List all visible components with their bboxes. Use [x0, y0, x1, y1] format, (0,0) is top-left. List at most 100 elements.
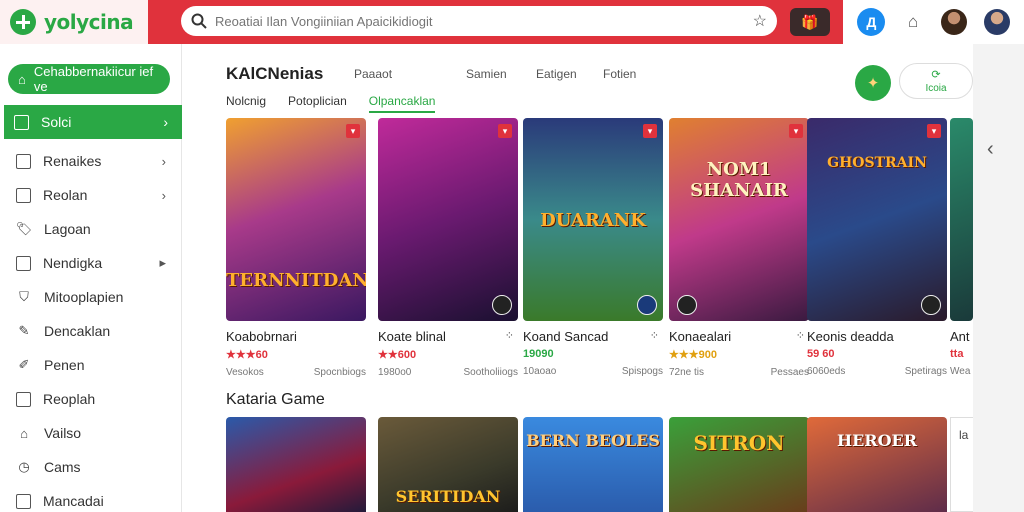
subtab-active[interactable]: Olpancaklan [368, 94, 436, 113]
sidebar-item[interactable]: Reoplah [0, 382, 182, 416]
chevron-right-icon: › [163, 114, 168, 130]
row2-peek[interactable]: la [950, 417, 973, 512]
account-button[interactable]: Д [857, 8, 886, 36]
store-icon[interactable]: ⌂ [902, 11, 924, 33]
game-art-title: NOM1 SHANAIR [690, 159, 788, 201]
sidebar-list: Renaikes › Reolan › 🏷 Lagoan Nendigka ▸ … [0, 144, 182, 512]
pill-label: Icoia [925, 83, 947, 94]
emblem-icon: ✦ [866, 75, 880, 92]
game-price: tta [950, 348, 964, 360]
game-art-title: SITRON [693, 431, 785, 455]
category-link[interactable]: Fotien [603, 67, 636, 81]
sidebar-item[interactable]: ⛉ Mitooplapien [0, 280, 182, 314]
game-meta-right: Spetirags [904, 366, 947, 377]
sidebar-item[interactable]: ◷ Cams [0, 450, 182, 484]
clock-icon: ◷ [18, 459, 30, 474]
badge-icon: ▾ [927, 124, 941, 138]
gift-button[interactable]: 🎁 [790, 8, 830, 36]
sidebar-item[interactable]: ✎ Dencaklan [0, 314, 182, 348]
section-title: Kataria Game [226, 391, 325, 408]
game-thumbnail[interactable]: ▾ GHOSTRAIN [807, 118, 947, 321]
sidebar-item[interactable]: ✐ Penen [0, 348, 182, 382]
chevron-left-icon[interactable]: ‹ [987, 138, 994, 161]
game-card[interactable]: ▾ DUARANK Koand Sancad ⁘ 19090 10aoao Spis… [523, 118, 663, 377]
game-meta-left: Vesokos [226, 367, 264, 378]
avatar[interactable] [940, 9, 967, 35]
box-icon [16, 255, 31, 271]
right-rail: ‹ [973, 44, 1024, 512]
game-price: ★★600 [378, 349, 417, 361]
sidebar-item-label: Cams [44, 459, 81, 475]
category-link[interactable]: Paaaot [354, 67, 392, 81]
sidebar-item-active[interactable]: Solci › [4, 105, 182, 139]
sidebar-item-label: Vailso [44, 425, 82, 441]
sidebar-item[interactable]: 🏷 Lagoan [0, 212, 182, 246]
more-options-icon[interactable]: ⁘ [650, 329, 659, 344]
sidebar-item-label: Solci [41, 114, 72, 130]
game-card-peek[interactable]: Ant tta Wea [950, 118, 973, 377]
game-price: 19090 [523, 348, 554, 360]
search-bar[interactable]: ☆ [181, 6, 777, 36]
game-thumbnail[interactable]: BERN BEOLES [523, 417, 663, 512]
sidebar-top-button[interactable]: ⌂ Cehabbernakiicur ief ve [8, 64, 170, 94]
category-link[interactable]: Eatigen [536, 67, 577, 81]
game-thumbnail[interactable] [950, 118, 973, 321]
avatar-secondary[interactable] [983, 9, 1010, 35]
badge-icon: ▾ [498, 124, 512, 138]
game-name: Koate blinal [378, 329, 446, 344]
badge-icon: ▾ [643, 124, 657, 138]
page-title: KAlCNenias [226, 64, 324, 83]
subtab[interactable]: Potoplician [288, 94, 347, 113]
game-meta-left: 6060eds [807, 366, 846, 377]
sidebar-item[interactable]: Renaikes › [0, 144, 182, 178]
header-actions: Д ⌂ [843, 0, 1024, 44]
game-thumbnail[interactable]: ▾ NOM1 SHANAIR [669, 118, 809, 321]
category-round-button[interactable]: ✦ [855, 65, 891, 101]
home-icon: ⌂ [18, 71, 26, 87]
game-art-title: TERNNITDAN [226, 270, 366, 291]
sidebar-item[interactable]: Reolan › [0, 178, 182, 212]
platform-icon [492, 295, 512, 315]
game-thumbnail[interactable]: ▾ TERNNITDAN [226, 118, 366, 321]
more-options-icon[interactable]: ⁘ [796, 329, 805, 344]
sidebar-item[interactable]: Mancadai [0, 484, 182, 512]
sidebar-item[interactable]: ⌂ Vailso [0, 416, 182, 450]
tag-icon: 🏷 [15, 221, 33, 236]
game-card[interactable]: ▾ NOM1 SHANAIR Konaealari ⁘ ★★★900 72ne t… [669, 118, 809, 378]
game-thumbnail[interactable]: HEROER [807, 417, 947, 512]
logo-plus-icon [10, 9, 36, 35]
search-input[interactable] [215, 13, 745, 29]
home-icon: ⌂ [20, 425, 28, 441]
category-link[interactable]: Samien [466, 67, 507, 81]
game-card[interactable]: ▾ Koate blinal ⁘ ★★600 1980o0 Sootholiiogs [378, 118, 518, 378]
game-thumbnail[interactable]: SERITIDAN [378, 417, 518, 512]
pen-icon: ✐ [18, 357, 30, 372]
refresh-pill-button[interactable]: ⟳ Icoia [899, 63, 973, 99]
sidebar-item-label: Renaikes [43, 153, 102, 169]
game-meta-left: 1980o0 [378, 367, 412, 378]
game-card[interactable]: ▾ TERNNITDAN Koabobrnari ★★★60 Vesokos Sp… [226, 118, 366, 378]
star-icon[interactable]: ☆ [753, 11, 767, 31]
game-art-title: HEROER [836, 431, 918, 450]
account-initial: Д [866, 14, 877, 30]
game-thumbnail[interactable] [226, 417, 366, 512]
game-card[interactable]: ▾ GHOSTRAIN Keonis deadda 59 60 6060eds S… [807, 118, 947, 377]
more-options-icon[interactable]: ⁘ [505, 329, 514, 344]
shield-icon: ⛉ [19, 289, 29, 304]
game-name: Koand Sancad [523, 329, 609, 344]
sidebar-item[interactable]: Nendigka ▸ [0, 246, 182, 280]
chevron-right-icon: › [161, 187, 166, 203]
box-icon [14, 114, 29, 130]
sidebar-item-label: Lagoan [44, 221, 91, 237]
logo-text: yolycina [44, 10, 134, 34]
subtab[interactable]: Nolcnig [226, 94, 266, 113]
sidebar-item-label: Reolan [43, 187, 88, 203]
platform-icon [637, 295, 657, 315]
gift-icon: 🎁 [801, 13, 819, 30]
game-thumbnail[interactable]: ▾ DUARANK [523, 118, 663, 321]
logo[interactable]: yolycina [0, 0, 148, 44]
game-price: 59 60 [807, 348, 835, 360]
game-meta-left: 72ne tis [669, 367, 705, 378]
game-thumbnail[interactable]: SITRON [669, 417, 809, 512]
game-thumbnail[interactable]: ▾ [378, 118, 518, 321]
